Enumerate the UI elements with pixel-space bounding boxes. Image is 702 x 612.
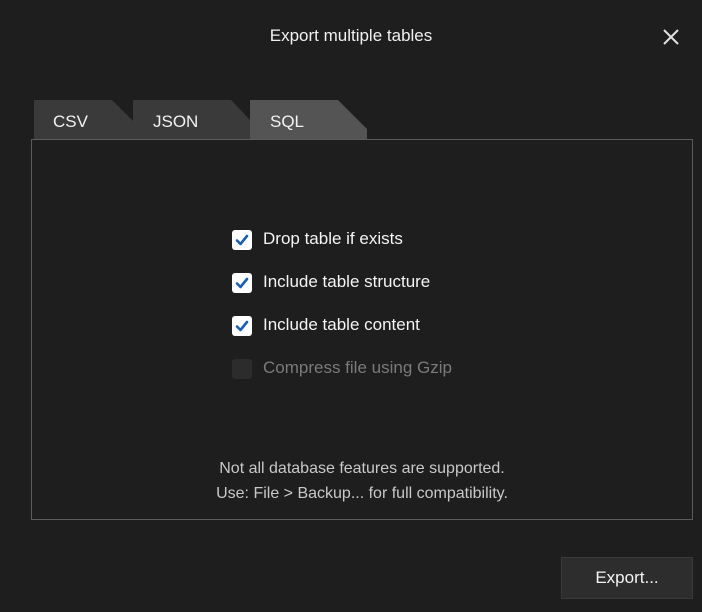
drop-table-label: Drop table if exists bbox=[263, 229, 403, 248]
compress-gzip-checkbox bbox=[232, 359, 252, 379]
note-line-2: Use: File > Backup... for full compatibi… bbox=[216, 485, 508, 502]
checkmark-icon bbox=[235, 277, 249, 289]
compress-gzip-label: Compress file using Gzip bbox=[263, 358, 452, 377]
include-structure-label: Include table structure bbox=[263, 272, 431, 291]
export-button[interactable]: Export... bbox=[561, 557, 693, 599]
include-content-label: Include table content bbox=[263, 315, 420, 334]
tab-sql[interactable]: SQL bbox=[250, 100, 390, 140]
export-dialog: Export multiple tables CSV JSON SQL Drop… bbox=[0, 0, 702, 612]
dialog-title: Export multiple tables bbox=[269, 26, 433, 45]
include-content-checkbox[interactable] bbox=[232, 316, 252, 336]
tab-sql-label: SQL bbox=[270, 112, 305, 131]
checkmark-icon bbox=[235, 234, 249, 246]
include-structure-checkbox[interactable] bbox=[232, 273, 252, 293]
tab-csv-label: CSV bbox=[53, 112, 88, 131]
tab-json-label: JSON bbox=[153, 112, 199, 131]
close-icon[interactable] bbox=[660, 26, 682, 48]
drop-table-checkbox[interactable] bbox=[232, 230, 252, 250]
compatibility-note: Not all database features are supported.… bbox=[32, 456, 692, 506]
tab-json[interactable]: JSON bbox=[133, 100, 263, 140]
checkmark-icon bbox=[235, 320, 249, 332]
format-tabs: CSV JSON SQL bbox=[34, 100, 702, 140]
note-line-1: Not all database features are supported. bbox=[219, 460, 505, 477]
